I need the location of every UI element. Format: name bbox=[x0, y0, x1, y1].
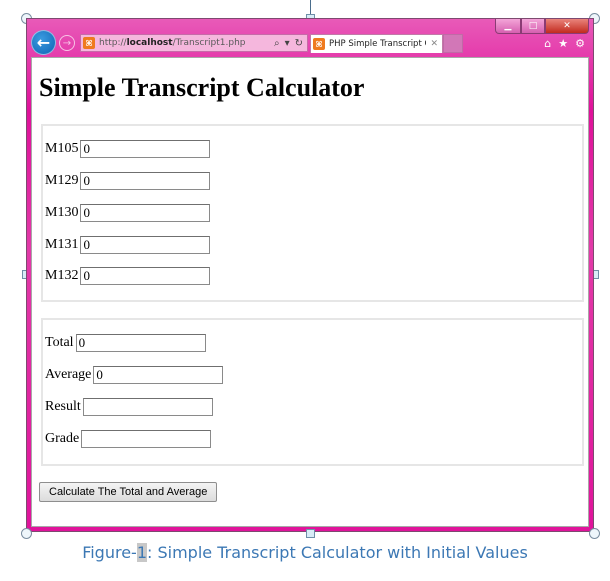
url-path: /Transcript1.php bbox=[172, 38, 246, 48]
result-label: Grade bbox=[45, 431, 80, 446]
course-row: M131 bbox=[45, 236, 211, 254]
result-row: Result bbox=[45, 398, 213, 416]
dropdown-icon[interactable]: ▾ bbox=[285, 38, 290, 49]
course-label: M129 bbox=[45, 173, 79, 188]
result-label: Average bbox=[45, 367, 92, 382]
new-tab-button[interactable] bbox=[443, 34, 463, 53]
m105-input[interactable] bbox=[80, 140, 211, 158]
address-url[interactable]: http://localhost/Transcript1.php bbox=[99, 38, 274, 48]
course-marks-fieldset: M105 M129 M130 M131 M132 bbox=[41, 124, 584, 302]
resize-handle-bottom-right[interactable] bbox=[589, 528, 600, 539]
navigation-bar: ← → ⌘ http://localhost/Transcript1.php ⌕… bbox=[27, 29, 593, 57]
home-icon[interactable]: ⌂ bbox=[544, 37, 551, 50]
resize-handle-bottom[interactable] bbox=[306, 529, 315, 538]
course-label: M132 bbox=[45, 268, 79, 283]
result-input[interactable] bbox=[82, 398, 213, 416]
tab-active[interactable]: ⌘ PHP Simple Transcript Calc... ✕ bbox=[310, 34, 443, 53]
site-favicon-icon: ⌘ bbox=[83, 37, 95, 49]
tab-close-icon[interactable]: ✕ bbox=[426, 39, 442, 49]
result-label: Total bbox=[45, 335, 74, 350]
course-row: M129 bbox=[45, 172, 211, 190]
results-fieldset: Total Average Result Grade bbox=[41, 318, 584, 466]
favorites-star-icon[interactable]: ★ bbox=[558, 37, 568, 50]
search-icon[interactable]: ⌕ bbox=[274, 38, 280, 49]
tab-favicon-icon: ⌘ bbox=[313, 38, 325, 50]
course-label: M130 bbox=[45, 205, 79, 220]
result-row: Grade bbox=[45, 430, 212, 448]
result-row: Total bbox=[45, 334, 206, 352]
grade-input[interactable] bbox=[81, 430, 212, 448]
title-bar: ▁ □ ✕ bbox=[27, 19, 593, 34]
page-title: Simple Transcript Calculator bbox=[39, 73, 365, 102]
result-row: Average bbox=[45, 366, 224, 384]
address-bar[interactable]: ⌘ http://localhost/Transcript1.php ⌕ ▾ ↻ bbox=[80, 34, 308, 52]
course-row: M130 bbox=[45, 204, 211, 222]
caption-prefix: Figure- bbox=[82, 543, 137, 562]
m131-input[interactable] bbox=[80, 236, 211, 254]
calculate-button[interactable]: Calculate The Total and Average bbox=[39, 482, 218, 502]
settings-gear-icon[interactable]: ⚙ bbox=[575, 37, 585, 50]
figure-caption: Figure-1: Simple Transcript Calculator w… bbox=[0, 543, 610, 562]
caption-text: : Simple Transcript Calculator with Init… bbox=[147, 543, 528, 562]
m129-input[interactable] bbox=[80, 172, 211, 190]
resize-handle-bottom-left[interactable] bbox=[21, 528, 32, 539]
total-input[interactable] bbox=[75, 334, 206, 352]
m132-input[interactable] bbox=[80, 267, 211, 285]
url-scheme: http:// bbox=[99, 38, 127, 48]
back-arrow-icon: ← bbox=[36, 33, 51, 52]
url-host: localhost bbox=[126, 38, 173, 48]
course-row: M105 bbox=[45, 140, 211, 158]
m130-input[interactable] bbox=[80, 204, 211, 222]
tab-title: PHP Simple Transcript Calc... bbox=[329, 39, 426, 49]
course-label: M131 bbox=[45, 237, 79, 252]
average-input[interactable] bbox=[93, 366, 224, 384]
forward-arrow-icon: → bbox=[62, 37, 72, 49]
refresh-icon[interactable]: ↻ bbox=[295, 38, 303, 49]
page-content: Simple Transcript Calculator M105 M129 M… bbox=[31, 57, 589, 527]
course-label: M105 bbox=[45, 141, 79, 156]
browser-window: ▁ □ ✕ ← → ⌘ http://localhost/Transcript1… bbox=[26, 18, 594, 532]
forward-button[interactable]: → bbox=[59, 35, 75, 51]
result-label: Result bbox=[45, 399, 81, 414]
course-row: M132 bbox=[45, 267, 211, 285]
caption-number: 1 bbox=[136, 543, 147, 562]
back-button[interactable]: ← bbox=[31, 30, 56, 55]
